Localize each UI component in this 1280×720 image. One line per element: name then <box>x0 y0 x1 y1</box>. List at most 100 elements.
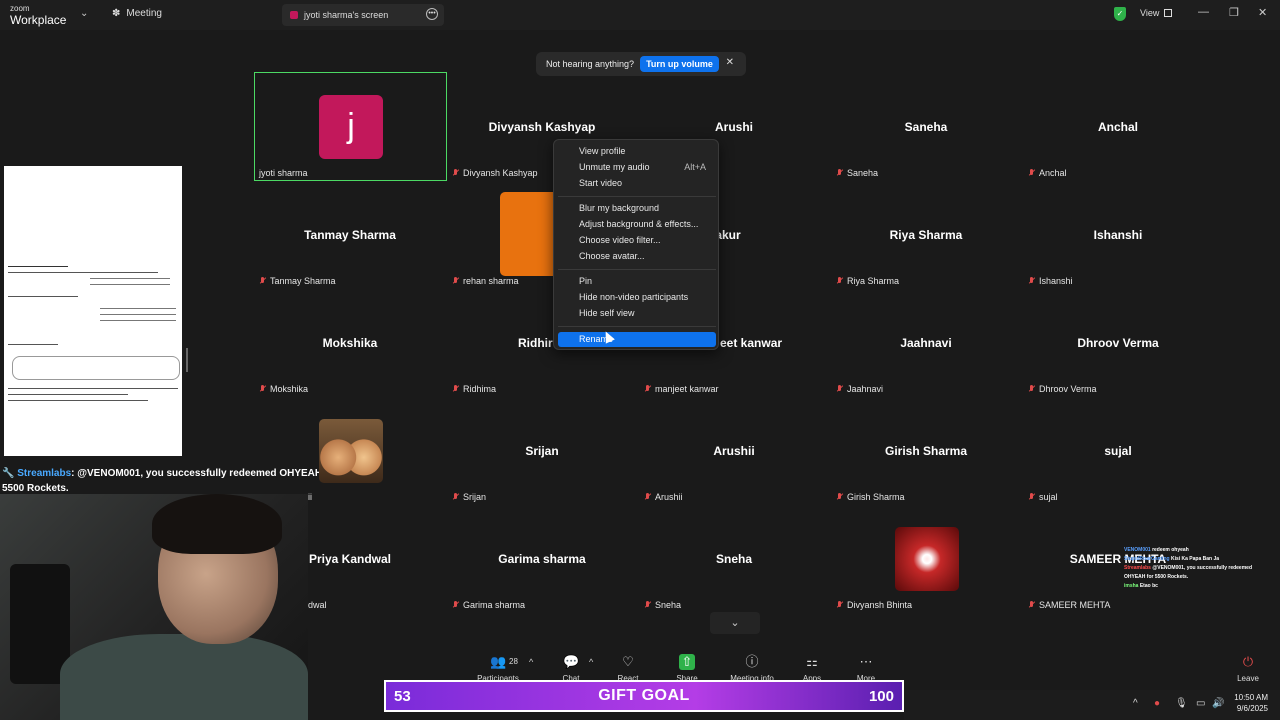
participant-label: Ridhima <box>452 384 496 394</box>
participant-label-text: Sneha <box>655 600 682 610</box>
splitter-handle[interactable] <box>186 348 188 372</box>
apps-button[interactable]: ⚏ Apps <box>782 654 842 683</box>
participant-label-text: manjeet kanwar <box>655 384 719 394</box>
mic-muted-icon <box>836 277 843 285</box>
view-label: View <box>1140 8 1160 18</box>
chat-icon: 💬 <box>563 654 580 669</box>
participants-button[interactable]: 👥 Participants <box>468 654 528 683</box>
participant-label: Saneha <box>836 168 878 178</box>
mic-muted-icon <box>644 493 651 501</box>
menu-item-hide-self-view[interactable]: Hide self view <box>558 306 716 321</box>
volume-icon[interactable]: 🔊 <box>1212 698 1224 709</box>
apps-icon: ⚏ <box>806 654 818 669</box>
meeting-tab[interactable]: ✽ Meeting <box>112 8 162 19</box>
more-icon: ⋯ <box>859 654 873 669</box>
menu-divider <box>558 196 716 197</box>
meeting-info-button[interactable]: ⓘ Meeting info <box>722 654 782 683</box>
more-options-icon[interactable]: ••• <box>426 8 438 20</box>
microphone-icon[interactable]: 🎙 <box>1175 698 1188 709</box>
paw-icon: ✽ <box>112 8 121 19</box>
participant-label-text: dwal <box>308 600 327 610</box>
shield-icon[interactable]: ✓ <box>1114 7 1126 21</box>
wrench-icon: 🔧 <box>2 468 15 479</box>
clock-date: 9/6/2025 <box>1236 704 1268 713</box>
title-bar: zoom Workplace ⌄ ✽ Meeting jyoti sharma'… <box>0 0 1280 30</box>
chevron-up-icon[interactable]: ^ <box>1133 698 1138 709</box>
network-icon[interactable]: ▭ <box>1196 698 1205 709</box>
info-icon: ⓘ <box>745 654 759 669</box>
stream-user: Streamlabs <box>17 468 72 479</box>
menu-item-video-filter[interactable]: Choose video filter... <box>558 233 716 248</box>
chevron-up-icon[interactable]: ^ <box>529 657 533 667</box>
share-screen-icon: ⇧ <box>679 654 695 670</box>
gift-goal-current: 53 <box>394 687 411 705</box>
participant-label-text: sujal <box>1039 492 1058 502</box>
heart-icon: ♡ <box>622 654 634 669</box>
participant-label-text: Saneha <box>847 168 879 178</box>
turn-up-volume-button[interactable]: Turn up volume <box>640 56 719 72</box>
menu-item-hide-non-video[interactable]: Hide non-video participants <box>558 290 716 305</box>
participant-label-text: Tanmay Sharma <box>270 276 336 286</box>
meeting-label: Meeting <box>126 8 162 19</box>
participant-label: Ishanshi <box>1028 276 1073 286</box>
more-button[interactable]: ⋯ More <box>836 654 896 683</box>
participant-label: Riya Sharma <box>836 276 899 286</box>
leave-label: Leave <box>1237 674 1259 683</box>
menu-item-pin[interactable]: Pin <box>558 274 716 289</box>
record-icon[interactable]: ● <box>1154 698 1160 709</box>
participant-name: Anchal <box>1097 120 1138 134</box>
chat-user: StupidRoarGaming <box>1124 556 1170 562</box>
mic-muted-icon <box>452 277 459 285</box>
screen-share-tab[interactable]: jyoti sharma's screen ••• <box>282 4 444 26</box>
participant-label-text: Anchal <box>1039 168 1067 178</box>
participant-avatar <box>895 527 959 591</box>
menu-item-label: Unmute my audio <box>579 162 650 172</box>
menu-item-start-video[interactable]: Start video <box>558 176 716 191</box>
participant-label: Anchal <box>1028 168 1067 178</box>
participant-name: Mokshika <box>322 336 378 350</box>
menu-item-adjust-background[interactable]: Adjust background & effects... <box>558 217 716 232</box>
view-button[interactable]: View <box>1140 8 1173 18</box>
gift-goal-bar: GIFT GOAL 53 100 <box>384 680 904 712</box>
participant-name: Divyansh Kashyap <box>488 120 596 134</box>
audio-banner: Not hearing anything? Turn up volume ✕ <box>536 52 746 76</box>
participants-icon: 👥 <box>490 654 507 669</box>
participant-label: sujal <box>1028 492 1058 502</box>
participant-label-text: jyoti sharma <box>259 168 308 178</box>
minimize-icon[interactable]: — <box>1198 6 1209 18</box>
menu-item-unmute[interactable]: Unmute my audio Alt+A <box>558 160 716 175</box>
chevron-down-icon[interactable]: ⌄ <box>80 8 88 19</box>
close-icon[interactable]: ✕ <box>726 57 734 68</box>
participant-label-text: Garima sharma <box>463 600 526 610</box>
mic-muted-icon <box>1028 493 1035 501</box>
restore-icon[interactable]: ❐ <box>1229 6 1239 19</box>
participant-name: Sneha <box>715 552 752 566</box>
chevron-up-icon[interactable]: ^ <box>589 657 593 667</box>
grid-icon <box>1164 9 1173 17</box>
shared-screen[interactable] <box>4 166 182 456</box>
participant-name: Riya Sharma <box>889 228 963 242</box>
chat-text: Etao bc <box>1139 583 1158 589</box>
chevron-down-icon[interactable]: ⌄ <box>710 612 760 634</box>
close-icon[interactable]: ✕ <box>1258 6 1267 19</box>
react-button[interactable]: ♡ React <box>598 654 658 683</box>
mic-muted-icon <box>1028 169 1035 177</box>
participant-name: Priya Kandwal <box>308 552 392 566</box>
menu-item-rename[interactable]: Rename <box>558 332 716 347</box>
menu-item-blur-background[interactable]: Blur my background <box>558 201 716 216</box>
leave-button[interactable]: ⏻ Leave <box>1218 654 1278 683</box>
chat-user: Streamlabs <box>1124 565 1151 571</box>
participant-label: dwal <box>308 600 327 610</box>
participant-label-text: Divyansh Kashyap <box>463 168 538 178</box>
participant-name: Saneha <box>904 120 948 134</box>
avatar: j <box>319 95 383 159</box>
menu-item-choose-avatar[interactable]: Choose avatar... <box>558 249 716 264</box>
system-clock[interactable]: 10:50 AM 9/6/2025 <box>1226 692 1268 714</box>
mic-muted-icon <box>836 169 843 177</box>
participant-avatar <box>500 192 554 276</box>
menu-item-view-profile[interactable]: View profile <box>558 144 716 159</box>
share-button[interactable]: ⇧ Share <box>657 654 717 683</box>
brand-bottom: Workplace <box>10 13 67 27</box>
app-logo[interactable]: zoom Workplace <box>10 4 67 27</box>
mic-muted-icon <box>1028 385 1035 393</box>
